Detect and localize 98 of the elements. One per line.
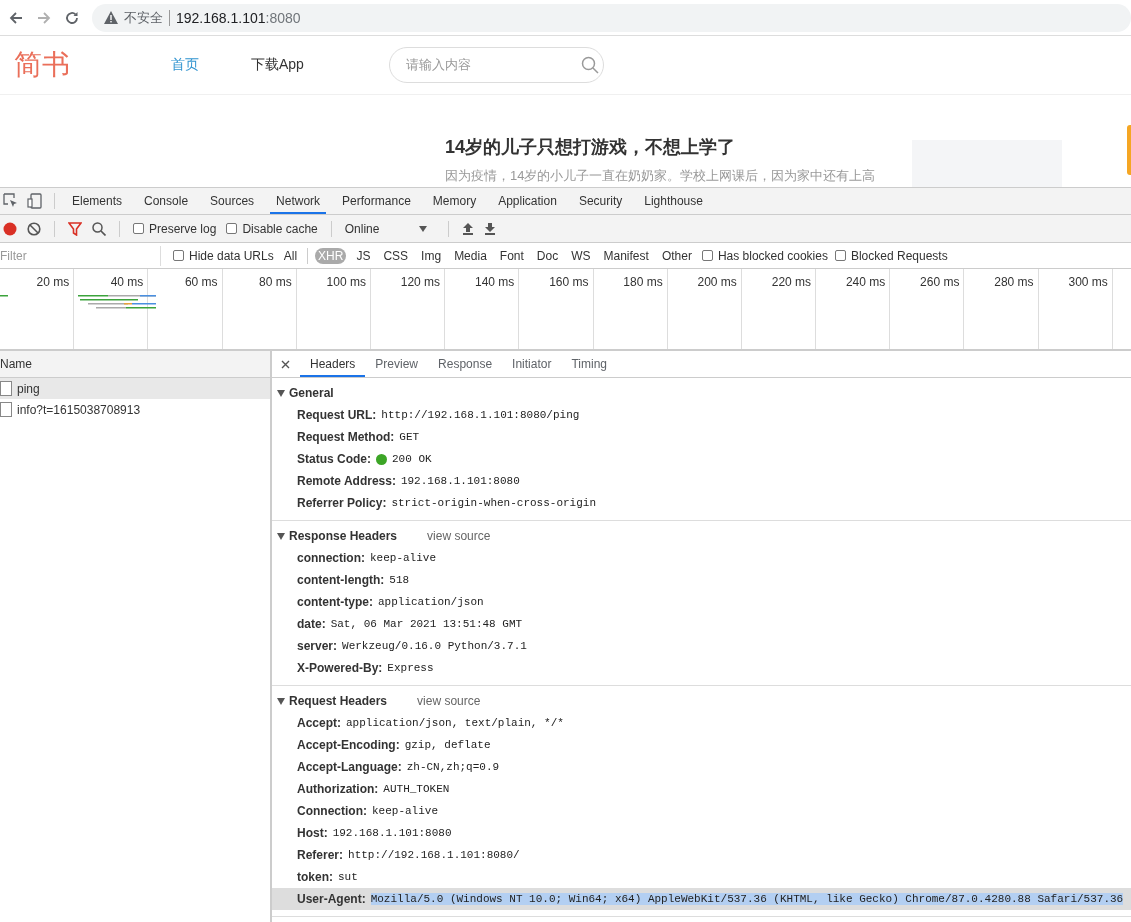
header-row-text: Referrer Policy: strict-origin-when-cross-origin <box>296 495 597 512</box>
devtools-tab[interactable]: Memory <box>426 188 483 214</box>
tick-label: 20 ms <box>36 275 70 289</box>
search-icon[interactable] <box>92 221 106 236</box>
detail-tab[interactable]: Preview <box>365 351 429 377</box>
back-icon[interactable] <box>8 9 24 26</box>
type-filter[interactable]: Font <box>496 247 527 264</box>
type-filter[interactable]: WS <box>568 247 594 264</box>
header-row-text: content-type: application/json <box>296 594 485 611</box>
header-row-text: Referer: http://192.168.1.101:8080/ <box>296 847 521 864</box>
file-icon <box>0 381 12 396</box>
download-icon[interactable] <box>484 222 497 235</box>
header-row-text: Remote Address: 192.168.1.101:8080 <box>296 473 521 490</box>
type-filter[interactable]: Img <box>418 247 445 264</box>
close-icon[interactable] <box>281 359 290 369</box>
header-row-text: Connection: keep-alive <box>296 803 439 820</box>
checkbox-option[interactable]: Hide data URLs <box>173 248 274 263</box>
header-row-text: Accept: application/json, text/plain, */* <box>296 715 565 732</box>
detail-tab[interactable]: Initiator <box>502 351 562 377</box>
filter-icon[interactable] <box>68 221 82 236</box>
section-header[interactable]: Request Headers <box>277 694 388 708</box>
view-source-link[interactable]: view source <box>417 694 481 708</box>
tick-label: 120 ms <box>400 275 441 289</box>
checkbox-option[interactable]: Preserve log <box>133 221 217 236</box>
tick-label: 40 ms <box>110 275 144 289</box>
search-icon[interactable] <box>581 56 599 74</box>
type-filter[interactable]: Doc <box>533 247 562 264</box>
request-row[interactable]: ping <box>0 378 270 399</box>
detail-tab[interactable]: Headers <box>300 351 366 377</box>
status-dot-icon <box>376 453 387 465</box>
tick-label: 240 ms <box>845 275 886 289</box>
section-header[interactable]: General <box>277 386 334 400</box>
type-filter[interactable]: Manifest <box>600 247 652 264</box>
header-row-text: Accept-Language: zh-CN,zh;q=0.9 <box>296 759 501 776</box>
checkbox-option[interactable]: Blocked Requests <box>834 248 948 263</box>
devtools-tab[interactable]: Console <box>138 188 195 214</box>
header-row-text: server: Werkzeug/0.16.0 Python/3.7.1 <box>296 638 528 655</box>
nav-link[interactable]: 首页 <box>171 56 251 74</box>
devtools-tab[interactable]: Security <box>572 188 629 214</box>
detail-tab[interactable]: Response <box>428 351 503 377</box>
tick-label: 260 ms <box>920 275 960 289</box>
type-filter[interactable]: All <box>280 247 301 264</box>
tick-label: 280 ms <box>994 275 1034 289</box>
devtools-tab[interactable]: Application <box>492 188 563 214</box>
header-row-text: Request URL: http://192.168.1.101:8080/ping <box>296 407 581 424</box>
clear-icon[interactable] <box>27 221 41 236</box>
type-filter[interactable]: Media <box>451 247 490 264</box>
tick-label: 180 ms <box>623 275 663 289</box>
view-source-link[interactable]: view source <box>427 529 491 543</box>
tick-label: 220 ms <box>771 275 812 289</box>
header-row-text: token: sut <box>296 869 359 886</box>
header-row-text: connection: keep-alive <box>296 550 437 567</box>
caret-icon <box>419 225 428 232</box>
type-filter[interactable]: CSS <box>380 247 412 264</box>
tick-label: 200 ms <box>697 275 737 289</box>
reload-icon[interactable] <box>64 9 80 26</box>
tick-label: 100 ms <box>326 275 366 289</box>
article-title[interactable]: 14岁的儿子只想打游戏，不想上学了 <box>445 135 890 159</box>
url-text: 192.168.1.101:8080 <box>176 9 301 26</box>
tick-label: 60 ms <box>184 275 218 289</box>
type-filter[interactable]: Other <box>658 247 695 264</box>
throttling-dropdown[interactable]: Online <box>344 221 436 236</box>
record-icon[interactable] <box>3 221 17 236</box>
devtools-tab[interactable]: Performance <box>336 188 417 214</box>
header-row-text: Accept-Encoding: gzip, deflate <box>296 737 492 754</box>
expand-triangle-icon <box>277 532 285 540</box>
header-row: User-Agent: Mozilla/5.0 (Windows NT 10.0; Win64; x64) AppleWebKit/537.36 (KHTML, like Gecko) Chrome/87.0.4280.88 Safari/537.36 <box>272 888 1131 910</box>
header-row-text: X-Powered-By: Express <box>296 660 435 677</box>
nav-link[interactable]: 下载App <box>251 56 331 74</box>
header-row-text: Request Method: GET <box>296 429 421 446</box>
tick-label: 160 ms <box>549 275 589 289</box>
devtools-tab[interactable]: Sources <box>204 188 261 214</box>
warning-icon <box>104 11 118 24</box>
tick-label: 140 ms <box>474 275 515 289</box>
expand-triangle-icon <box>277 697 285 705</box>
devtools-tab[interactable]: Elements <box>66 188 129 214</box>
security-label: 不安全 <box>124 8 163 27</box>
request-row[interactable]: info?t=1615038708913 <box>0 399 270 420</box>
tick-label: 80 ms <box>259 275 292 289</box>
column-header[interactable]: Name <box>0 351 270 378</box>
detail-tab[interactable]: Timing <box>561 351 617 377</box>
header-row-text: date: Sat, 06 Mar 2021 13:51:48 GMT <box>296 616 524 633</box>
checkbox-option[interactable]: Disable cache <box>226 221 318 236</box>
header-row-text: Authorization: AUTH_TOKEN <box>296 781 451 798</box>
checkbox-option[interactable]: Has blocked cookies <box>701 248 828 263</box>
header-row-text: content-length: 518 <box>296 572 411 589</box>
device-toggle-icon[interactable] <box>27 193 43 209</box>
section-header[interactable]: Response Headers <box>277 529 398 543</box>
expand-triangle-icon <box>277 389 285 397</box>
address-bar[interactable]: 不安全 192.168.1.101:8080 <box>92 3 1131 32</box>
header-row-text: Status Code: 200 OK <box>296 451 433 468</box>
inspect-icon[interactable] <box>3 193 19 209</box>
tick-label: 300 ms <box>1068 275 1108 289</box>
type-filter[interactable]: JS <box>353 247 374 264</box>
devtools-tab[interactable]: Lighthouse <box>638 188 709 214</box>
file-icon <box>0 402 12 417</box>
header-row-text: Host: 192.168.1.101:8080 <box>296 825 453 842</box>
upload-icon[interactable] <box>462 222 475 235</box>
